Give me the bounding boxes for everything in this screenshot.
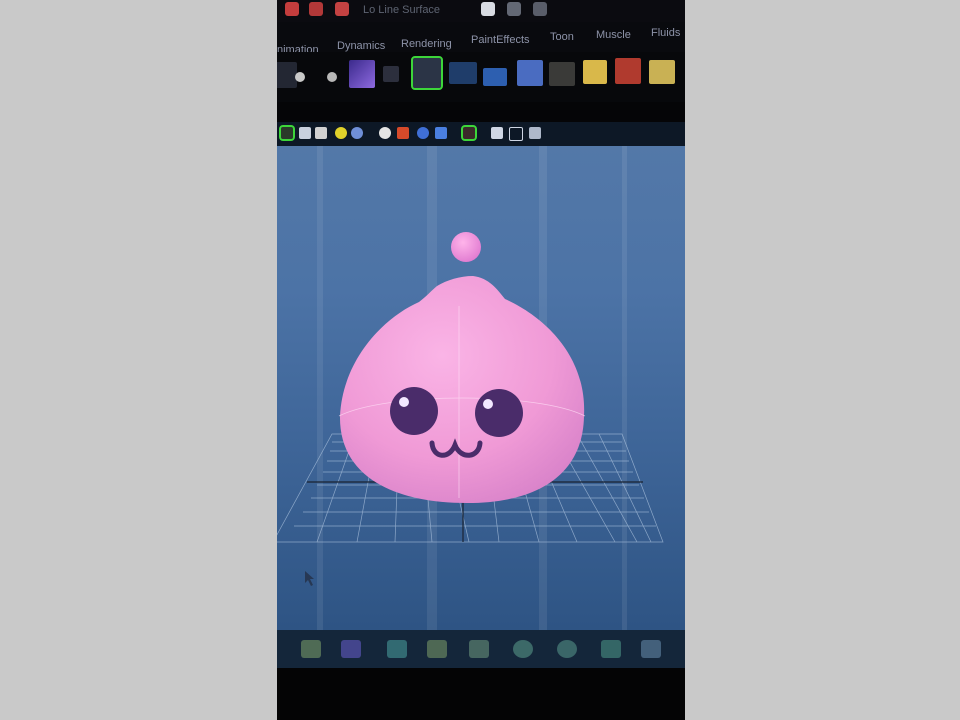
node-graph-icon[interactable] [529,127,541,139]
bowtie-icon[interactable] [341,640,361,658]
square-outline-icon[interactable] [509,127,523,141]
tab-fluids[interactable]: Fluids [651,27,680,39]
shaded-sphere-icon[interactable] [351,127,363,139]
settings-icon[interactable] [507,2,521,16]
plane-icon[interactable] [449,62,477,84]
light-icon[interactable] [327,72,337,82]
paint-tool-icon[interactable] [427,640,447,658]
cube-blue-icon[interactable] [483,68,507,86]
shadow-sphere-icon[interactable] [379,127,391,139]
redo-icon[interactable] [309,2,323,16]
arrow-tool-icon[interactable] [583,60,607,84]
undo-icon[interactable] [285,2,299,16]
tab-painteffects[interactable]: PaintEffects [471,34,530,46]
window-title: Lo Line Surface [363,4,441,16]
tab-muscle[interactable]: Muscle [596,29,631,41]
box-tool-icon[interactable] [411,56,443,90]
material-icon[interactable] [397,127,409,139]
camera-select-icon[interactable] [383,66,399,82]
smooth-shade-icon[interactable] [315,127,327,139]
brush-icon[interactable] [641,640,661,658]
wireframe-icon[interactable] [299,127,311,139]
ring-icon[interactable] [557,640,577,658]
texture-icon[interactable] [417,127,429,139]
viewport-scene [277,146,664,630]
blue-object-icon[interactable] [435,127,447,139]
tab-dynamics[interactable]: Dynamics [337,40,385,52]
globe-icon[interactable] [513,640,533,658]
toolbar-separator [277,102,685,122]
render-icon[interactable] [301,640,321,658]
render-view-icon[interactable] [481,2,495,16]
paint-icon[interactable] [549,62,575,86]
blob-character[interactable] [339,276,585,503]
mouse-cursor [305,571,314,586]
cube-icon[interactable] [349,60,375,88]
ipr-render-icon[interactable] [533,2,547,16]
shelf-toolbar [277,52,685,102]
light-sphere-icon[interactable] [335,127,347,139]
shader-icon[interactable] [517,60,543,86]
pivot-icon[interactable] [295,72,305,82]
snap-icon[interactable] [335,2,349,16]
menu-bar: Lo Line Surface [277,0,685,22]
select-arrow-icon[interactable] [461,125,477,141]
isolate-select-icon[interactable] [279,125,295,141]
curve-tool-icon[interactable] [277,62,297,88]
cube-outline-icon[interactable] [491,127,503,139]
bottom-toolbar [277,630,685,668]
viewport-3d[interactable] [277,146,685,630]
shelf-tabs: nimation Dynamics Rendering PaintEffects… [277,22,685,56]
monitor-bezel [277,668,685,720]
cube-icon[interactable] [469,640,489,658]
floating-sphere[interactable] [451,232,481,262]
hair-icon[interactable] [387,640,407,658]
eye-left [390,387,438,435]
monitor-photo: Lo Line Surface nimation Dynamics Render… [277,0,685,720]
move-tool-icon[interactable] [615,58,641,84]
tab-rendering[interactable]: Rendering [401,38,452,50]
panel-toolbar [277,122,685,146]
eye-right [475,389,523,437]
bevel-icon[interactable] [649,60,675,84]
magnet-icon[interactable] [601,640,621,658]
tab-toon[interactable]: Toon [550,31,574,43]
